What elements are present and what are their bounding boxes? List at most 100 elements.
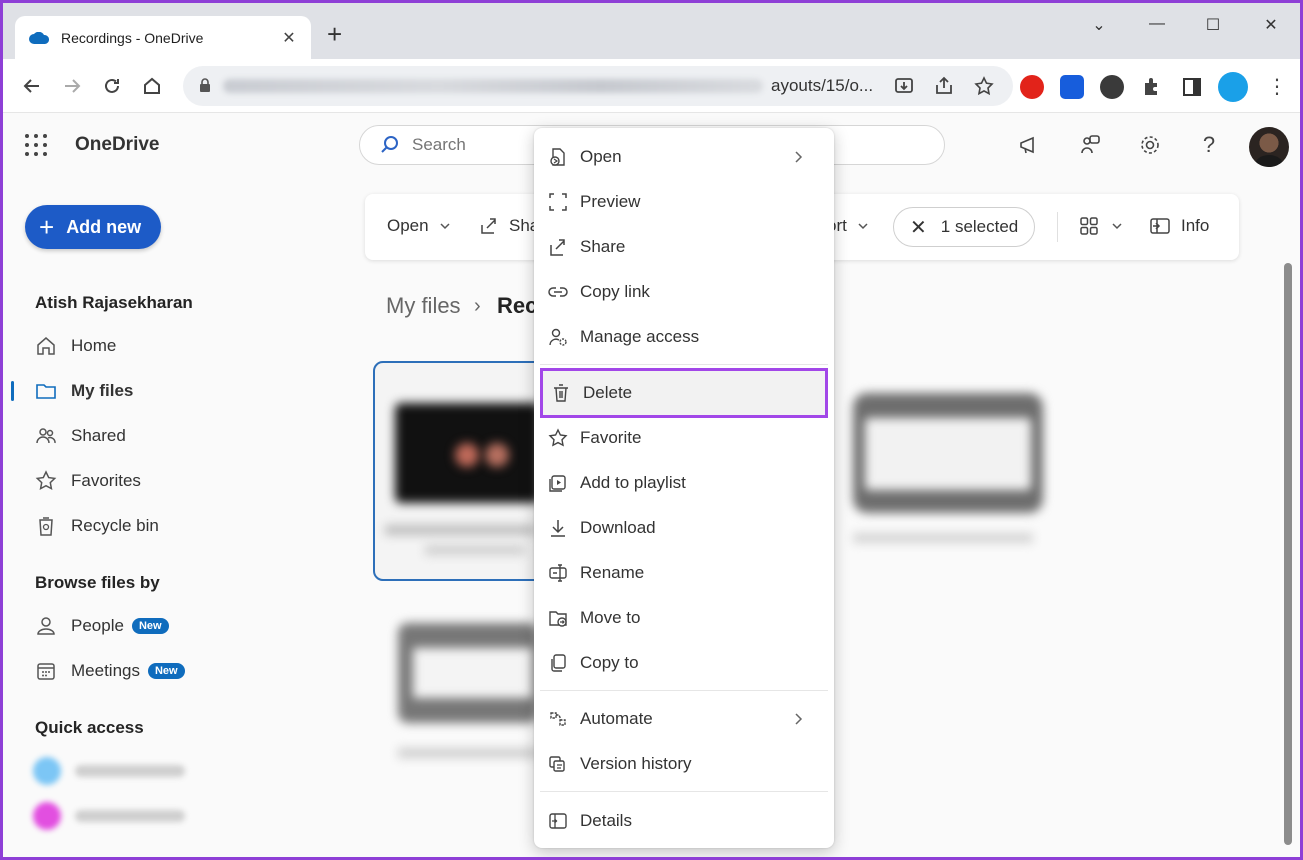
quick-access-item[interactable] xyxy=(33,801,185,831)
view-options-command[interactable] xyxy=(1079,216,1123,236)
move-icon xyxy=(548,608,568,628)
open-label: Open xyxy=(387,216,429,236)
maximize-button[interactable]: ☐ xyxy=(1193,15,1233,35)
thumbnail-detail xyxy=(485,443,509,467)
user-name: Atish Rajasekharan xyxy=(35,293,193,313)
playlist-icon xyxy=(548,473,568,493)
menu-item-version-history[interactable]: Version history xyxy=(534,742,834,786)
open-command[interactable]: Open xyxy=(387,216,451,236)
trash-icon xyxy=(551,383,571,403)
sidebar-item-label: My files xyxy=(71,381,133,401)
back-icon[interactable] xyxy=(19,73,45,99)
menu-item-manage-access[interactable]: Manage access xyxy=(534,315,834,359)
sidebar-item-recycle-bin[interactable]: Recycle bin xyxy=(35,511,159,541)
sidebar-item-label: Shared xyxy=(71,426,126,446)
menu-item-share[interactable]: Share xyxy=(534,225,834,269)
menu-item-copy-link[interactable]: Copy link xyxy=(534,270,834,314)
tab-search-icon[interactable]: ⌄ xyxy=(1079,15,1119,35)
plus-icon: + xyxy=(39,216,54,238)
chevron-down-icon xyxy=(1111,220,1123,232)
close-window-button[interactable]: ✕ xyxy=(1251,15,1291,35)
home-icon[interactable] xyxy=(139,73,165,99)
menu-item-copy-to[interactable]: Copy to xyxy=(534,641,834,685)
sidebar-item-home[interactable]: Home xyxy=(35,331,116,361)
incognito-extension-icon[interactable] xyxy=(1100,75,1124,99)
sidebar-item-shared[interactable]: Shared xyxy=(35,421,126,451)
menu-item-add-to-playlist[interactable]: Add to playlist xyxy=(534,461,834,505)
file-name-blurred xyxy=(385,525,535,535)
file-meta-blurred xyxy=(425,545,525,555)
megaphone-icon[interactable] xyxy=(1016,132,1042,158)
menu-item-label: Open xyxy=(580,147,622,167)
url-text: ayouts/15/o... xyxy=(771,76,873,96)
sidebar-item-label: People xyxy=(71,616,124,636)
active-indicator xyxy=(11,381,14,401)
menu-item-label: Manage access xyxy=(580,327,699,347)
sidebar-item-favorites[interactable]: Favorites xyxy=(35,466,141,496)
extensions-puzzle-icon[interactable] xyxy=(1140,75,1164,99)
sidebar-item-people[interactable]: People New xyxy=(35,611,169,641)
address-bar[interactable]: ayouts/15/o... xyxy=(183,66,1013,106)
info-pane-icon xyxy=(1149,216,1171,236)
user-avatar[interactable] xyxy=(1249,127,1289,167)
app-launcher-icon[interactable] xyxy=(25,134,47,156)
menu-item-label: Share xyxy=(580,237,625,257)
sidebar-item-label: Favorites xyxy=(71,471,141,491)
browser-menu-icon[interactable]: ⋮ xyxy=(1265,75,1289,99)
side-panel-icon[interactable] xyxy=(1180,75,1204,99)
minimize-button[interactable]: — xyxy=(1137,15,1177,33)
bitwarden-extension-icon[interactable] xyxy=(1060,75,1084,99)
install-app-icon[interactable] xyxy=(893,75,915,97)
share-command[interactable]: Sha xyxy=(479,216,539,236)
menu-item-label: Add to playlist xyxy=(580,473,686,493)
sidebar-item-my-files[interactable]: My files xyxy=(35,376,133,406)
chevron-down-icon xyxy=(857,220,869,232)
menu-item-delete[interactable]: Delete xyxy=(540,368,828,418)
menu-item-open[interactable]: Open xyxy=(534,135,834,179)
page-scrollbar[interactable] xyxy=(1284,263,1292,845)
file-tile-selected[interactable] xyxy=(373,361,548,581)
menu-separator xyxy=(540,364,828,365)
add-new-button[interactable]: + Add new xyxy=(25,205,161,249)
info-command[interactable]: Info xyxy=(1149,216,1209,236)
breadcrumb-root[interactable]: My files xyxy=(386,293,461,319)
reload-icon[interactable] xyxy=(99,73,125,99)
clear-selection-icon[interactable]: ✕ xyxy=(910,215,927,240)
breadcrumb-separator: › xyxy=(474,295,481,318)
menu-item-favorite[interactable]: Favorite xyxy=(534,416,834,460)
person-icon xyxy=(35,615,57,637)
details-icon xyxy=(548,811,568,831)
app-name[interactable]: OneDrive xyxy=(75,134,159,156)
download-icon xyxy=(548,518,568,538)
quick-access-item[interactable] xyxy=(33,756,185,786)
open-icon xyxy=(548,147,568,167)
forward-icon[interactable] xyxy=(59,73,85,99)
menu-item-rename[interactable]: Rename xyxy=(534,551,834,595)
ublock-extension-icon[interactable] xyxy=(1020,75,1044,99)
browser-tab[interactable]: Recordings - OneDrive ✕ xyxy=(15,16,311,60)
share-page-icon[interactable] xyxy=(933,75,955,97)
help-icon[interactable]: ? xyxy=(1196,132,1222,158)
sidebar-item-meetings[interactable]: Meetings New xyxy=(35,656,185,686)
profile-extension-icon[interactable] xyxy=(1218,72,1248,102)
menu-item-move-to[interactable]: Move to xyxy=(534,596,834,640)
close-tab-icon[interactable]: ✕ xyxy=(279,28,299,48)
teams-chat-icon[interactable] xyxy=(1077,132,1103,158)
menu-item-details[interactable]: Details xyxy=(534,799,834,843)
menu-item-preview[interactable]: Preview xyxy=(534,180,834,224)
home-icon xyxy=(35,335,57,357)
url-blurred xyxy=(223,79,763,93)
menu-item-download[interactable]: Download xyxy=(534,506,834,550)
bookmark-star-icon[interactable] xyxy=(973,75,995,97)
selection-pill[interactable]: ✕ 1 selected xyxy=(893,207,1035,247)
new-tab-button[interactable]: + xyxy=(327,21,342,47)
browse-section-title: Browse files by xyxy=(35,573,160,593)
star-icon xyxy=(548,428,568,448)
settings-gear-icon[interactable] xyxy=(1137,132,1163,158)
chevron-right-icon xyxy=(792,147,806,167)
sidebar-item-label: Meetings xyxy=(71,661,140,681)
toolbar-divider xyxy=(1057,212,1058,242)
grid-view-icon xyxy=(1079,216,1099,236)
menu-item-automate[interactable]: Automate xyxy=(534,697,834,741)
share-icon xyxy=(479,216,499,236)
